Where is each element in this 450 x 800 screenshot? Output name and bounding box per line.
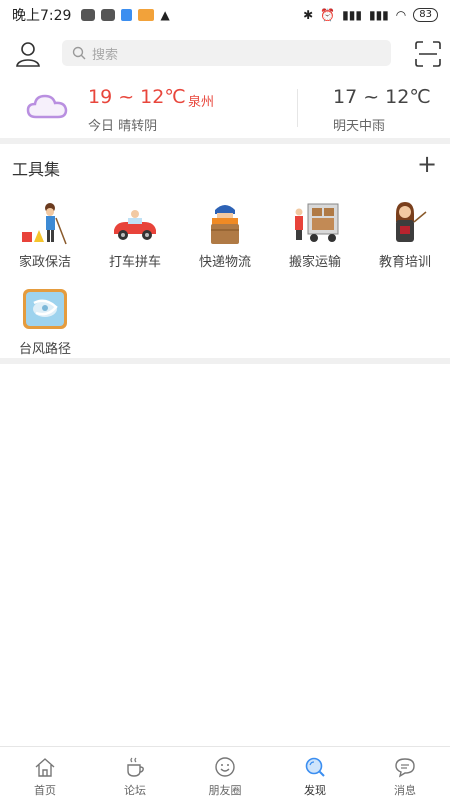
signal-icon: ▮▮▮ (342, 8, 362, 22)
wifi-icon: ◠ (395, 8, 407, 22)
alarm-icon: ⏰ (320, 8, 336, 22)
today-temperature: 19 ~ 12℃ (88, 86, 186, 108)
signal-icon: ▮▮▮ (368, 8, 389, 22)
tool-moving[interactable]: 搬家运输 (270, 200, 360, 270)
wechat-icon (81, 9, 96, 21)
user-profile-icon[interactable] (14, 40, 42, 68)
nav-home[interactable]: 首页 (0, 747, 90, 800)
search-placeholder: 搜索 (92, 47, 119, 63)
bottom-navigation: 首页 论坛 朋友圈 发现 消息 (0, 746, 450, 800)
cloud-icon (26, 94, 68, 119)
tool-label: 快递物流 (198, 255, 251, 270)
nav-label: 消息 (394, 784, 416, 797)
smile-icon (215, 757, 235, 777)
tool-education[interactable]: 教育培训 (360, 200, 450, 270)
moving-truck-icon (295, 203, 339, 242)
top-header: 搜索 (0, 30, 450, 78)
coffee-icon (127, 757, 144, 777)
nav-label: 发现 (304, 784, 326, 797)
tools-title: 工具集 (12, 160, 61, 179)
status-bar: 晚上7:29 ▲ ✱ ⏰ ▮▮▮ ▮▮▮ ◠ 83 (0, 0, 450, 30)
discover-icon (305, 757, 325, 777)
wechat-icon (101, 9, 116, 21)
tool-carpool[interactable]: 打车拼车 (90, 200, 180, 270)
tool-courier[interactable]: 快递物流 (180, 200, 270, 270)
courier-icon (211, 205, 239, 244)
add-tool-button[interactable]: + (417, 152, 437, 176)
tomorrow-description: 明天中雨 (333, 119, 386, 134)
typhoon-icon (23, 289, 67, 329)
teacher-icon (396, 202, 427, 242)
nav-moments[interactable]: 朋友圈 (180, 747, 270, 800)
notification-icons: ▲ (81, 8, 170, 22)
tool-typhoon[interactable]: 台风路径 (0, 287, 90, 357)
search-icon (72, 46, 86, 60)
app-icon (138, 9, 155, 21)
tool-label: 家政保洁 (18, 255, 71, 270)
doc-icon (121, 9, 133, 21)
bluetooth-icon: ✱ (303, 8, 314, 22)
tool-label: 打车拼车 (108, 255, 161, 270)
message-icon (395, 758, 415, 778)
weather-divider (297, 89, 298, 127)
battery-indicator: 83 (413, 8, 438, 22)
scan-icon[interactable] (415, 41, 441, 67)
nav-messages[interactable]: 消息 (360, 747, 450, 800)
tool-label: 搬家运输 (288, 255, 341, 270)
search-input[interactable]: 搜索 (62, 40, 391, 66)
home-icon (35, 758, 55, 777)
nav-label: 首页 (34, 784, 56, 797)
nav-label: 朋友圈 (208, 784, 242, 797)
cleaning-icon (22, 203, 67, 245)
city-name[interactable]: 泉州 (188, 91, 214, 110)
tool-label: 台风路径 (18, 342, 71, 357)
tool-label: 教育培训 (378, 255, 431, 270)
nav-label: 论坛 (124, 784, 146, 797)
tool-cleaning[interactable]: 家政保洁 (0, 200, 90, 270)
status-time: 晚上7:29 (12, 8, 72, 24)
tomorrow-temperature: 17 ~ 12℃ (333, 86, 431, 108)
weather-panel[interactable]: 19 ~ 12℃ 泉州 今日 晴转阴 17 ~ 12℃ 明天中雨 (0, 80, 450, 138)
nav-forum[interactable]: 论坛 (90, 747, 180, 800)
nav-discover[interactable]: 发现 (270, 747, 360, 800)
section-divider (0, 358, 450, 364)
triangle-icon: ▲ (160, 8, 170, 22)
car-icon (114, 210, 156, 240)
section-divider (0, 138, 450, 144)
today-description: 今日 晴转阴 (88, 119, 158, 134)
